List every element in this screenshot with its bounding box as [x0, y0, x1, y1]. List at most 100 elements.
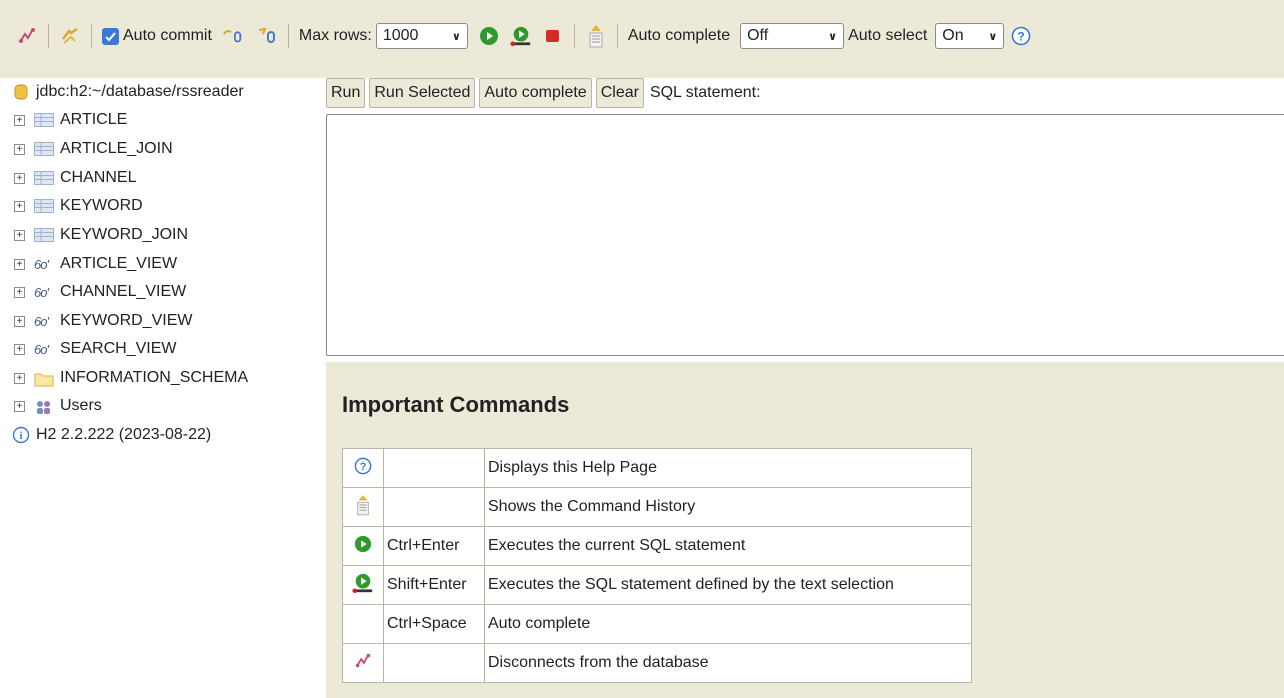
auto-complete-select[interactable]: Off ∨: [740, 23, 845, 49]
tree-item-keyword-view[interactable]: + 6o' KEYWORD_VIEW: [14, 309, 192, 333]
run-button[interactable]: Run: [326, 78, 366, 108]
auto-select-select[interactable]: On ∨: [935, 23, 1005, 49]
toolbar: Auto commit Max rows: 1000 ∨ Auto comple…: [0, 0, 1284, 78]
table-icon: [34, 113, 54, 127]
table-row: Ctrl+Enter Executes the current SQL stat…: [342, 526, 972, 566]
command-key: [383, 448, 485, 488]
table-icon: [34, 199, 54, 213]
chevron-down-icon: ∨: [451, 30, 461, 43]
tree-item-article[interactable]: + ARTICLE: [14, 108, 127, 132]
expand-icon[interactable]: +: [14, 114, 25, 126]
tree-item-article-join[interactable]: + ARTICLE_JOIN: [14, 137, 173, 161]
toolbar-separator: [48, 24, 49, 48]
command-key: Shift+Enter: [383, 565, 485, 605]
command-description: Executes the current SQL statement: [484, 526, 972, 566]
tree-item-label: KEYWORD_VIEW: [60, 312, 193, 329]
database-icon: [14, 83, 28, 101]
expand-icon[interactable]: +: [14, 343, 25, 355]
auto-complete-value: Off: [747, 27, 769, 44]
expand-icon[interactable]: +: [14, 229, 25, 241]
disconnect-icon: [342, 643, 384, 683]
tree-item-label: INFORMATION_SCHEMA: [60, 369, 249, 386]
tree-item-keyword[interactable]: + KEYWORD: [14, 194, 143, 218]
auto-commit-label: Auto commit: [123, 27, 212, 44]
refresh-icon[interactable]: [59, 25, 81, 47]
sql-input[interactable]: [326, 114, 1284, 356]
tree-item-label: SEARCH_VIEW: [60, 340, 177, 357]
help-icon[interactable]: ?: [1010, 25, 1032, 47]
toolbar-separator: [616, 24, 618, 48]
auto-commit-checkbox[interactable]: Auto commit: [102, 22, 212, 50]
tree-item-label: ARTICLE_VIEW: [60, 255, 178, 272]
command-description: Auto complete: [484, 604, 972, 644]
empty-icon-cell: [342, 604, 384, 644]
run-icon: [342, 526, 384, 566]
commit-icon[interactable]: [222, 25, 244, 47]
users-icon: [34, 399, 54, 414]
max-rows-value: 1000: [382, 27, 419, 44]
auto-select-value: On: [942, 27, 964, 44]
table-row: Shift+Enter Executes the SQL statement d…: [342, 565, 972, 605]
tree-item-channel-view[interactable]: + 6o' CHANNEL_VIEW: [14, 280, 186, 304]
tree-item-users[interactable]: + Users: [14, 394, 102, 418]
expand-icon[interactable]: +: [14, 172, 25, 184]
tree-item-label: ARTICLE_JOIN: [60, 140, 173, 157]
view-icon: 6o': [34, 341, 49, 357]
stop-icon[interactable]: [542, 25, 564, 47]
tree-item-information-schema[interactable]: + INFORMATION_SCHEMA: [14, 366, 248, 390]
chevron-down-icon: ∨: [828, 30, 838, 43]
sql-statement-label: SQL statement:: [649, 84, 761, 101]
toolbar-separator: [91, 24, 92, 48]
tree-item-label: Users: [60, 397, 102, 414]
disconnect-icon[interactable]: [16, 25, 38, 47]
svg-text:?: ?: [1018, 30, 1025, 44]
run-selected-icon[interactable]: [510, 25, 532, 47]
tree-item-channel[interactable]: + CHANNEL: [14, 166, 136, 190]
help-icon: ?: [342, 448, 384, 488]
history-icon[interactable]: [585, 25, 607, 48]
history-icon: [342, 487, 384, 527]
expand-icon[interactable]: +: [14, 286, 25, 298]
tree-item-label: ARTICLE: [60, 111, 128, 128]
command-description: Displays this Help Page: [484, 448, 972, 488]
command-description: Shows the Command History: [484, 487, 972, 527]
tree-item-keyword-join[interactable]: + KEYWORD_JOIN: [14, 223, 188, 247]
table-icon: [34, 142, 54, 156]
checkbox-checked-icon[interactable]: [102, 27, 119, 45]
auto-select-label: Auto select: [848, 27, 928, 44]
table-row: Disconnects from the database: [342, 643, 972, 683]
version-label: H2 2.2.222 (2023-08-22): [36, 426, 212, 443]
expand-icon[interactable]: +: [14, 400, 25, 412]
run-icon[interactable]: [478, 25, 500, 47]
connection-node[interactable]: jdbc:h2:~/database/rssreader: [14, 80, 244, 104]
max-rows-select[interactable]: 1000 ∨: [375, 23, 468, 49]
command-key: [383, 487, 485, 527]
table-row: Shows the Command History: [342, 487, 972, 527]
command-key: Ctrl+Space: [383, 604, 485, 644]
expand-icon[interactable]: +: [14, 258, 25, 270]
tree-item-search-view[interactable]: + 6o' SEARCH_VIEW: [14, 337, 176, 361]
clear-button[interactable]: Clear: [595, 78, 644, 108]
run-selected-button[interactable]: Run Selected: [369, 78, 476, 108]
auto-complete-label: Auto complete: [627, 27, 731, 44]
rollback-icon[interactable]: [256, 25, 278, 47]
expand-icon[interactable]: +: [14, 315, 25, 327]
view-icon: 6o': [34, 313, 49, 329]
chevron-down-icon: ∨: [988, 30, 998, 43]
object-tree: jdbc:h2:~/database/rssreader + ARTICLE +…: [0, 78, 320, 698]
table-icon: [34, 171, 54, 185]
toolbar-separator: [573, 24, 575, 48]
svg-text:i: i: [19, 430, 22, 442]
command-description: Disconnects from the database: [484, 643, 972, 683]
command-key: Ctrl+Enter: [383, 526, 485, 566]
auto-complete-button[interactable]: Auto complete: [479, 78, 592, 108]
expand-icon[interactable]: +: [14, 372, 25, 384]
svg-text:?: ?: [360, 461, 367, 473]
help-panel: Important Commands ? Displays this Help …: [326, 362, 1284, 698]
view-icon: 6o': [34, 284, 49, 300]
table-row: ? Displays this Help Page: [342, 448, 972, 488]
tree-item-article-view[interactable]: + 6o' ARTICLE_VIEW: [14, 252, 177, 276]
expand-icon[interactable]: +: [14, 143, 25, 155]
expand-icon[interactable]: +: [14, 200, 25, 212]
help-title: Important Commands: [342, 392, 570, 417]
